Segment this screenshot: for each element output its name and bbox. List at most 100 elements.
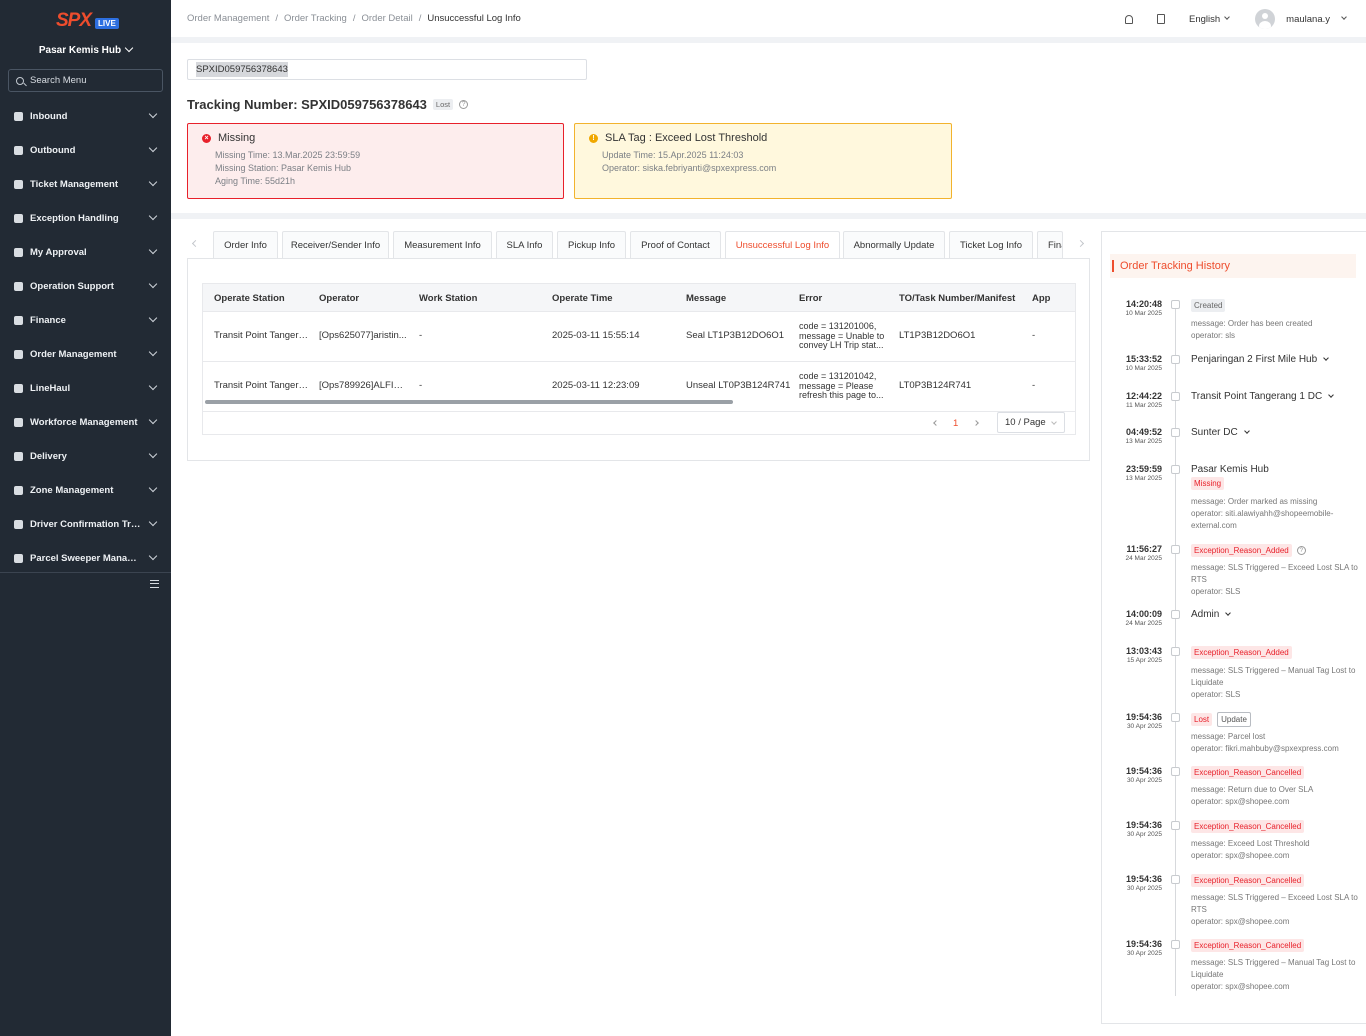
breadcrumb-order-tracking[interactable]: Order Tracking	[284, 13, 347, 24]
tab-proof-of-contact[interactable]: Proof of Contact	[630, 231, 721, 259]
sidebar-item-inbound[interactable]: Inbound	[0, 99, 171, 133]
user-name: maulana.y	[1286, 13, 1330, 25]
chevron-left-icon[interactable]	[191, 239, 200, 248]
chevron-down-icon	[1051, 419, 1057, 425]
exception-icon	[14, 213, 23, 223]
breadcrumb-order-detail[interactable]: Order Detail	[361, 13, 412, 24]
spx-logo[interactable]: SPX LIVE	[56, 10, 119, 32]
cell-message: Seal LT1P3B12DO6O1	[686, 330, 785, 341]
update-button[interactable]: Update	[1217, 712, 1251, 727]
chevron-down-icon[interactable]	[1328, 391, 1335, 398]
search-menu-input[interactable]: Search Menu	[8, 69, 163, 92]
avatar[interactable]	[1255, 9, 1276, 29]
cell-app: -	[1032, 380, 1036, 391]
cell-error: code = 131201042, message = Please refre…	[799, 372, 884, 400]
table-header: Operate Station Operator Work Station Op…	[203, 284, 1075, 312]
tracking-number-input[interactable]: SPXID059756378643	[187, 59, 587, 80]
chevron-right-icon[interactable]	[1076, 239, 1085, 248]
tab-order-info[interactable]: Order Info	[213, 231, 278, 259]
col-task-number: TO/Task Number/Manifest	[899, 293, 1016, 304]
route-icon	[1171, 713, 1180, 722]
breadcrumb-order-management[interactable]: Order Management	[187, 13, 269, 24]
language-selector[interactable]: English	[1189, 14, 1230, 25]
operator: Operator: siska.febriyanti@spxexpress.co…	[602, 163, 777, 173]
sidebar-item-label: Delivery	[30, 450, 67, 462]
route-icon	[1171, 355, 1180, 364]
sidebar-item-my-approval[interactable]: My Approval	[0, 235, 171, 269]
unsuccessful-log-table: Operate Station Operator Work Station Op…	[202, 283, 1076, 435]
chevron-down-icon[interactable]	[1225, 609, 1232, 616]
event-operator: operator: SLS	[1191, 690, 1241, 699]
hub-selector[interactable]: Pasar Kemis Hub	[0, 43, 171, 56]
detail-tabs: Order Info Receiver/Sender Info Measurem…	[187, 231, 1090, 259]
bell-icon[interactable]	[1124, 14, 1133, 24]
sidebar-item-workforce-management[interactable]: Workforce Management	[0, 405, 171, 439]
sidebar-item-label: Outbound	[30, 144, 76, 156]
event-date: 11 Mar 2025	[1125, 402, 1162, 409]
sidebar-item-label: Driver Confirmation Track...	[30, 518, 142, 530]
chevron-down-icon[interactable]	[1323, 354, 1330, 361]
event-time: 19:54:36	[1125, 766, 1162, 776]
zone-icon	[14, 485, 23, 495]
missing-station: Missing Station: Pasar Kemis Hub	[215, 163, 352, 173]
tab-unsuccessful-log-info[interactable]: Unsuccessful Log Info	[725, 231, 840, 259]
sidebar-item-ticket-management[interactable]: Ticket Management	[0, 167, 171, 201]
tab-abnormally-update[interactable]: Abnormally Update	[843, 231, 945, 259]
user-menu[interactable]: maulana.y	[1286, 13, 1347, 25]
sidebar-item-order-management[interactable]: Order Management	[0, 337, 171, 371]
event-time: 15:33:52	[1125, 354, 1162, 364]
breadcrumb: Order Management / Order Tracking / Order …	[187, 13, 521, 24]
tab-measurement-info[interactable]: Measurement Info	[393, 231, 492, 259]
event-time: 14:00:09	[1125, 609, 1162, 619]
tab-sla-info[interactable]: SLA Info	[496, 231, 553, 259]
history-title: Order Tracking History	[1110, 254, 1356, 278]
chevron-down-icon	[124, 43, 134, 53]
collapse-menu-icon[interactable]	[150, 580, 159, 588]
sidebar-item-operation-support[interactable]: Operation Support	[0, 269, 171, 303]
chevron-left-icon[interactable]	[933, 420, 939, 426]
sidebar-divider	[0, 572, 171, 573]
missing-alert: × Missing Missing Time: 13.Mar.2025 23:59…	[187, 123, 564, 199]
sidebar-item-parcel-sweeper[interactable]: Parcel Sweeper Manage...	[0, 541, 171, 575]
event-date: 30 Apr 2025	[1126, 777, 1162, 784]
event-date: 24 Mar 2025	[1125, 620, 1163, 627]
event-message: message: Order marked as missing	[1191, 497, 1318, 506]
chevron-down-icon	[148, 177, 158, 187]
clipboard-icon[interactable]	[1156, 14, 1165, 24]
help-icon[interactable]: ?	[459, 100, 469, 109]
sweeper-icon	[14, 553, 23, 563]
page-size-select[interactable]: 10 / Page	[997, 412, 1065, 433]
tab-receiver-sender-info[interactable]: Receiver/Sender Info	[282, 231, 389, 259]
event-operator: operator: SLS	[1191, 587, 1241, 596]
route-icon	[1171, 392, 1180, 401]
sidebar-item-label: Inbound	[30, 110, 68, 122]
tab-pickup-info[interactable]: Pickup Info	[557, 231, 626, 259]
sidebar-item-exception-handling[interactable]: Exception Handling	[0, 201, 171, 235]
sidebar-item-linehaul[interactable]: LineHaul	[0, 371, 171, 405]
route-icon	[1171, 465, 1180, 474]
breadcrumb-current: Unsuccessful Log Info	[427, 13, 521, 24]
tab-ticket-log-info[interactable]: Ticket Log Info	[949, 231, 1033, 259]
event-time: 23:59:59	[1125, 464, 1162, 474]
event-message: message: Order has been created	[1191, 319, 1313, 328]
table-row: Transit Point Tangera... [Ops789926]ALFI…	[203, 362, 1075, 412]
sidebar-item-delivery[interactable]: Delivery	[0, 439, 171, 473]
help-icon[interactable]: ?	[1296, 546, 1306, 555]
chevron-down-icon	[148, 449, 158, 459]
sidebar-item-label: Finance	[30, 314, 66, 326]
chevron-right-icon[interactable]	[973, 420, 979, 426]
sidebar-item-finance[interactable]: Finance	[0, 303, 171, 337]
page-number[interactable]: 1	[953, 418, 958, 429]
pagination: 1 10 / Page	[203, 412, 1075, 434]
event-date: 30 Apr 2025	[1126, 831, 1162, 838]
chevron-down-icon	[148, 313, 158, 323]
tab-finance[interactable]: Fina	[1037, 231, 1063, 259]
chevron-down-icon[interactable]	[1243, 427, 1250, 434]
sidebar-item-outbound[interactable]: Outbound	[0, 133, 171, 167]
event-time: 04:49:52	[1125, 427, 1162, 437]
live-badge: LIVE	[95, 17, 119, 29]
sidebar-item-zone-management[interactable]: Zone Management	[0, 473, 171, 507]
sidebar-item-driver-confirmation[interactable]: Driver Confirmation Track...	[0, 507, 171, 541]
chevron-down-icon	[148, 415, 158, 425]
horizontal-scrollbar[interactable]	[205, 400, 733, 404]
